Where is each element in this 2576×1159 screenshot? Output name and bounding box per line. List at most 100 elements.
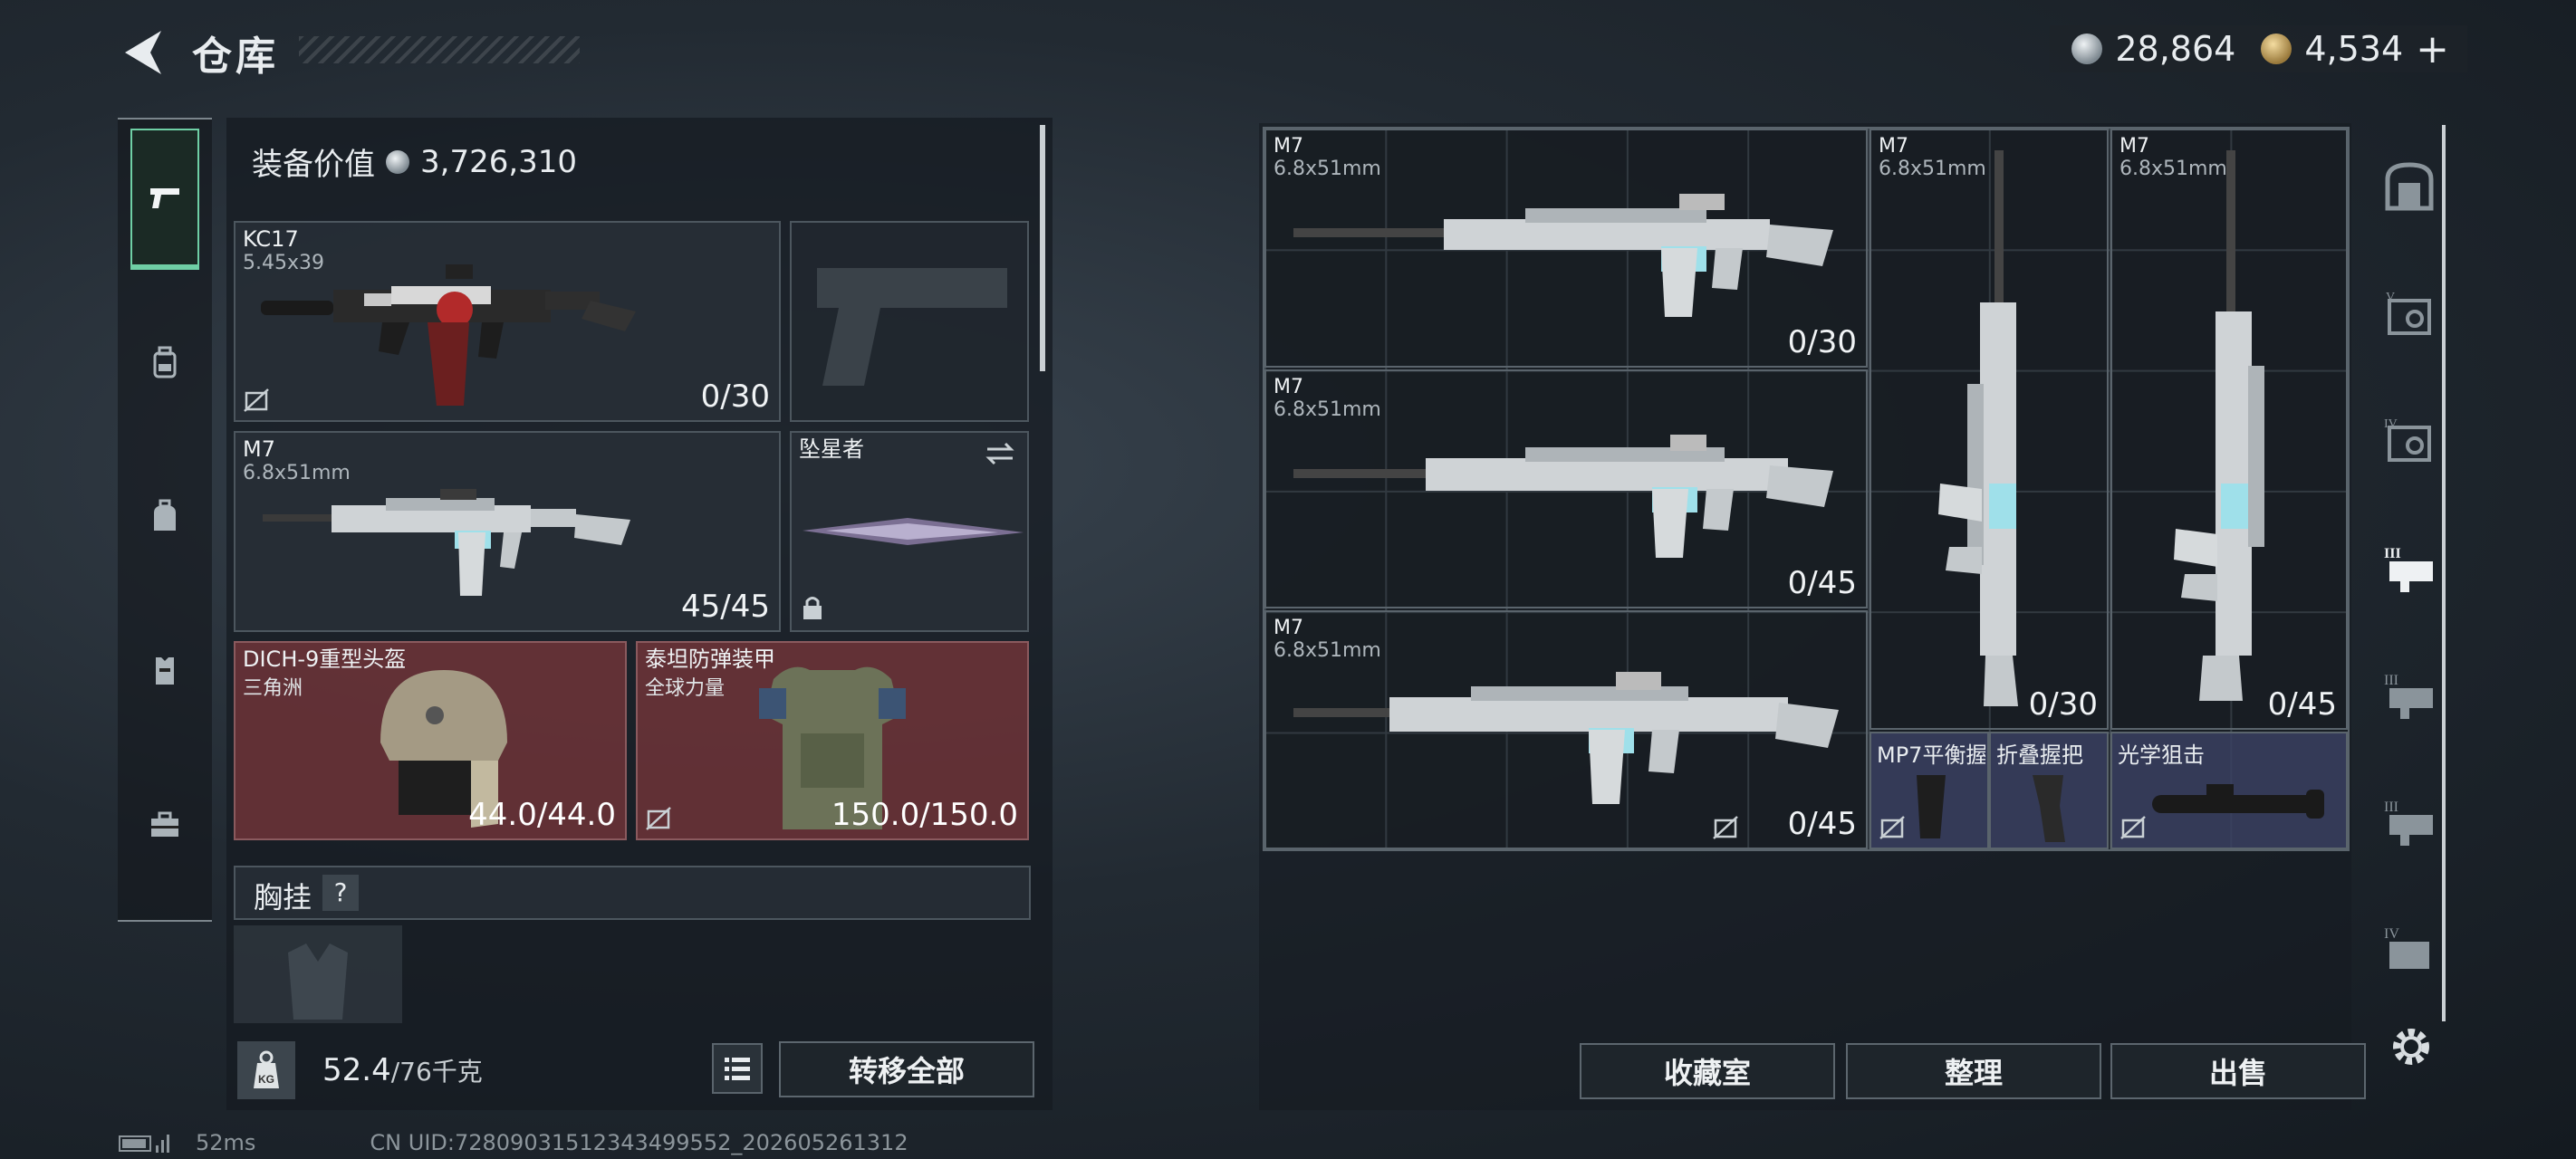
rifle-image xyxy=(263,489,630,596)
case-iv-b-icon[interactable]: IV xyxy=(2382,922,2437,976)
rifle-image-vertical xyxy=(1938,150,2018,706)
storage-item-m7[interactable]: M7 6.8x51mm 0/30 xyxy=(1870,129,2109,730)
toolbox-icon xyxy=(151,811,178,837)
svg-text:V: V xyxy=(2386,291,2395,304)
nav-toolbox[interactable] xyxy=(130,753,199,895)
storage-attachment-scope[interactable]: 光学狙击 xyxy=(2110,732,2348,849)
sell-button[interactable]: 出售 xyxy=(2110,1043,2366,1099)
secondary-weapon-slot[interactable]: M7 6.8x51mm 45/45 xyxy=(234,431,781,632)
rifle-image xyxy=(1293,194,1833,317)
melee-slot[interactable]: 坠星者 xyxy=(790,431,1029,632)
case-iii-icon[interactable]: III xyxy=(2382,668,2437,723)
latency: 52ms xyxy=(196,1130,256,1155)
chest-rig-slot[interactable] xyxy=(234,925,402,1023)
pistol-slot[interactable] xyxy=(790,221,1029,422)
silver-coin-icon xyxy=(2071,34,2103,64)
weight-unit: /76千克 xyxy=(390,1057,483,1087)
armor-faction: 全球力量 xyxy=(645,677,726,700)
attachment-name: 折叠握把 xyxy=(1996,742,2083,768)
organize-button[interactable]: 整理 xyxy=(1846,1043,2101,1099)
nav-backpack-light[interactable] xyxy=(130,292,199,433)
svg-text:IV: IV xyxy=(2384,417,2398,431)
battery-signal-icon xyxy=(119,1135,169,1153)
storage-item-m7[interactable]: M7 6.8x51mm 0/45 xyxy=(1264,369,1868,608)
ammo-count: 0/30 xyxy=(700,378,770,415)
case-v-icon[interactable]: V xyxy=(2382,288,2437,342)
backpack-light-icon xyxy=(153,346,177,378)
pistol-icon xyxy=(150,188,179,208)
silver-coin-value: 28,864 xyxy=(2115,29,2236,69)
scope-image xyxy=(2152,784,2324,819)
item-name: M7 xyxy=(1274,135,1303,158)
gear-icon[interactable] xyxy=(2386,1021,2437,1072)
helmet-faction: 三角洲 xyxy=(243,677,303,700)
vest-icon xyxy=(156,657,174,685)
back-button[interactable] xyxy=(118,25,168,80)
nav-weapons[interactable] xyxy=(130,129,199,270)
nav-backpack[interactable] xyxy=(130,445,199,587)
kg-weight-icon: KG xyxy=(254,1050,279,1088)
folding-grip-image xyxy=(2033,775,2065,842)
svg-text:III: III xyxy=(2384,800,2398,815)
rifle-image xyxy=(261,264,636,406)
ammo-count: 0/45 xyxy=(2267,686,2337,723)
no-insurance-icon xyxy=(244,388,269,412)
case-iv-icon[interactable]: IV xyxy=(2382,415,2437,469)
attachment-name: 光学狙击 xyxy=(2118,742,2205,768)
loadout-category-nav xyxy=(118,118,212,922)
chest-rig-help-button[interactable]: ? xyxy=(322,875,359,911)
ammo-count: 45/45 xyxy=(681,589,770,625)
melee-blade-image xyxy=(803,518,1024,545)
primary-weapon-slot[interactable]: KC17 5.45x39 0/30 xyxy=(234,221,781,422)
case-iii-active-icon[interactable]: III xyxy=(2382,541,2437,596)
ammo-count: 0/30 xyxy=(1787,324,1857,360)
ammo-count: 0/30 xyxy=(2028,686,2098,723)
storage-item-m7[interactable]: M7 6.8x51mm 0/45 xyxy=(2110,129,2348,730)
transfer-all-button[interactable]: 转移全部 xyxy=(779,1041,1034,1097)
no-insurance-icon xyxy=(646,807,671,830)
armor-durability: 150.0/150.0 xyxy=(831,797,1018,833)
rifle-image xyxy=(1293,672,1839,804)
title-decoration xyxy=(299,36,580,63)
loadout-scrollbar[interactable] xyxy=(1040,125,1045,371)
armor-slot[interactable]: 泰坦防弹装甲 全球力量 150.0/150.0 xyxy=(636,641,1029,840)
item-name: M7 xyxy=(2119,135,2149,158)
add-currency-button[interactable]: + xyxy=(2416,26,2449,72)
status-footer: 52ms CN UID:7280903151234349955​2_202605… xyxy=(118,1130,908,1155)
gold-coin-value: 4,534 xyxy=(2304,29,2404,69)
storage-attachment-grip[interactable]: MP7平衡握把 xyxy=(1870,732,1989,849)
no-insurance-icon xyxy=(1879,816,1905,839)
back-arrow-icon xyxy=(125,31,161,74)
user-uid: CN UID:7280903151234349955​2_20260526131… xyxy=(370,1130,908,1155)
storage-item-m7[interactable]: M7 6.8x51mm 0/45 xyxy=(1264,610,1868,849)
helmet-slot[interactable]: DICH-9重型头盔 三角洲 44.0/44.0 xyxy=(234,641,627,840)
weight-readout: 52.4/76千克 xyxy=(322,1052,483,1088)
currency-bar: 28,864 4,534 + xyxy=(2050,25,2467,72)
list-icon xyxy=(725,1058,750,1080)
storage-item-m7[interactable]: M7 6.8x51mm 0/30 xyxy=(1264,129,1868,368)
storage-attachment-folding-grip[interactable]: 折叠握把 xyxy=(1989,732,2109,849)
weight-value: 52.4 xyxy=(322,1052,391,1088)
helmet-durability: 44.0/44.0 xyxy=(468,797,616,833)
melee-name: 坠星者 xyxy=(799,436,864,462)
case-iii-b-icon[interactable]: III xyxy=(2382,795,2437,849)
silver-coin-icon xyxy=(386,149,409,174)
ammo-count: 0/45 xyxy=(1787,806,1857,842)
svg-text:KG: KG xyxy=(258,1073,274,1086)
gold-coin-icon xyxy=(2261,34,2292,64)
swap-icon[interactable] xyxy=(984,440,1016,467)
item-caliber: 6.8x51mm xyxy=(1274,158,1381,180)
equip-value-amount: 3,726,310 xyxy=(420,143,578,180)
nav-vest[interactable] xyxy=(130,599,199,741)
vault-icon[interactable] xyxy=(2382,159,2437,214)
pistol-silhouette-icon xyxy=(817,268,1007,386)
svg-text:IV: IV xyxy=(2384,926,2399,942)
weapon-name: M7 xyxy=(243,436,275,462)
item-name: M7 xyxy=(1879,135,1908,158)
item-name: M7 xyxy=(1274,617,1303,639)
item-caliber: 6.8x51mm xyxy=(1274,398,1381,421)
item-name: M7 xyxy=(1274,376,1303,398)
collection-button[interactable]: 收藏室 xyxy=(1580,1043,1835,1099)
equipment-value: 装备价值 3,726,310 xyxy=(252,139,577,184)
list-view-button[interactable] xyxy=(712,1043,763,1094)
